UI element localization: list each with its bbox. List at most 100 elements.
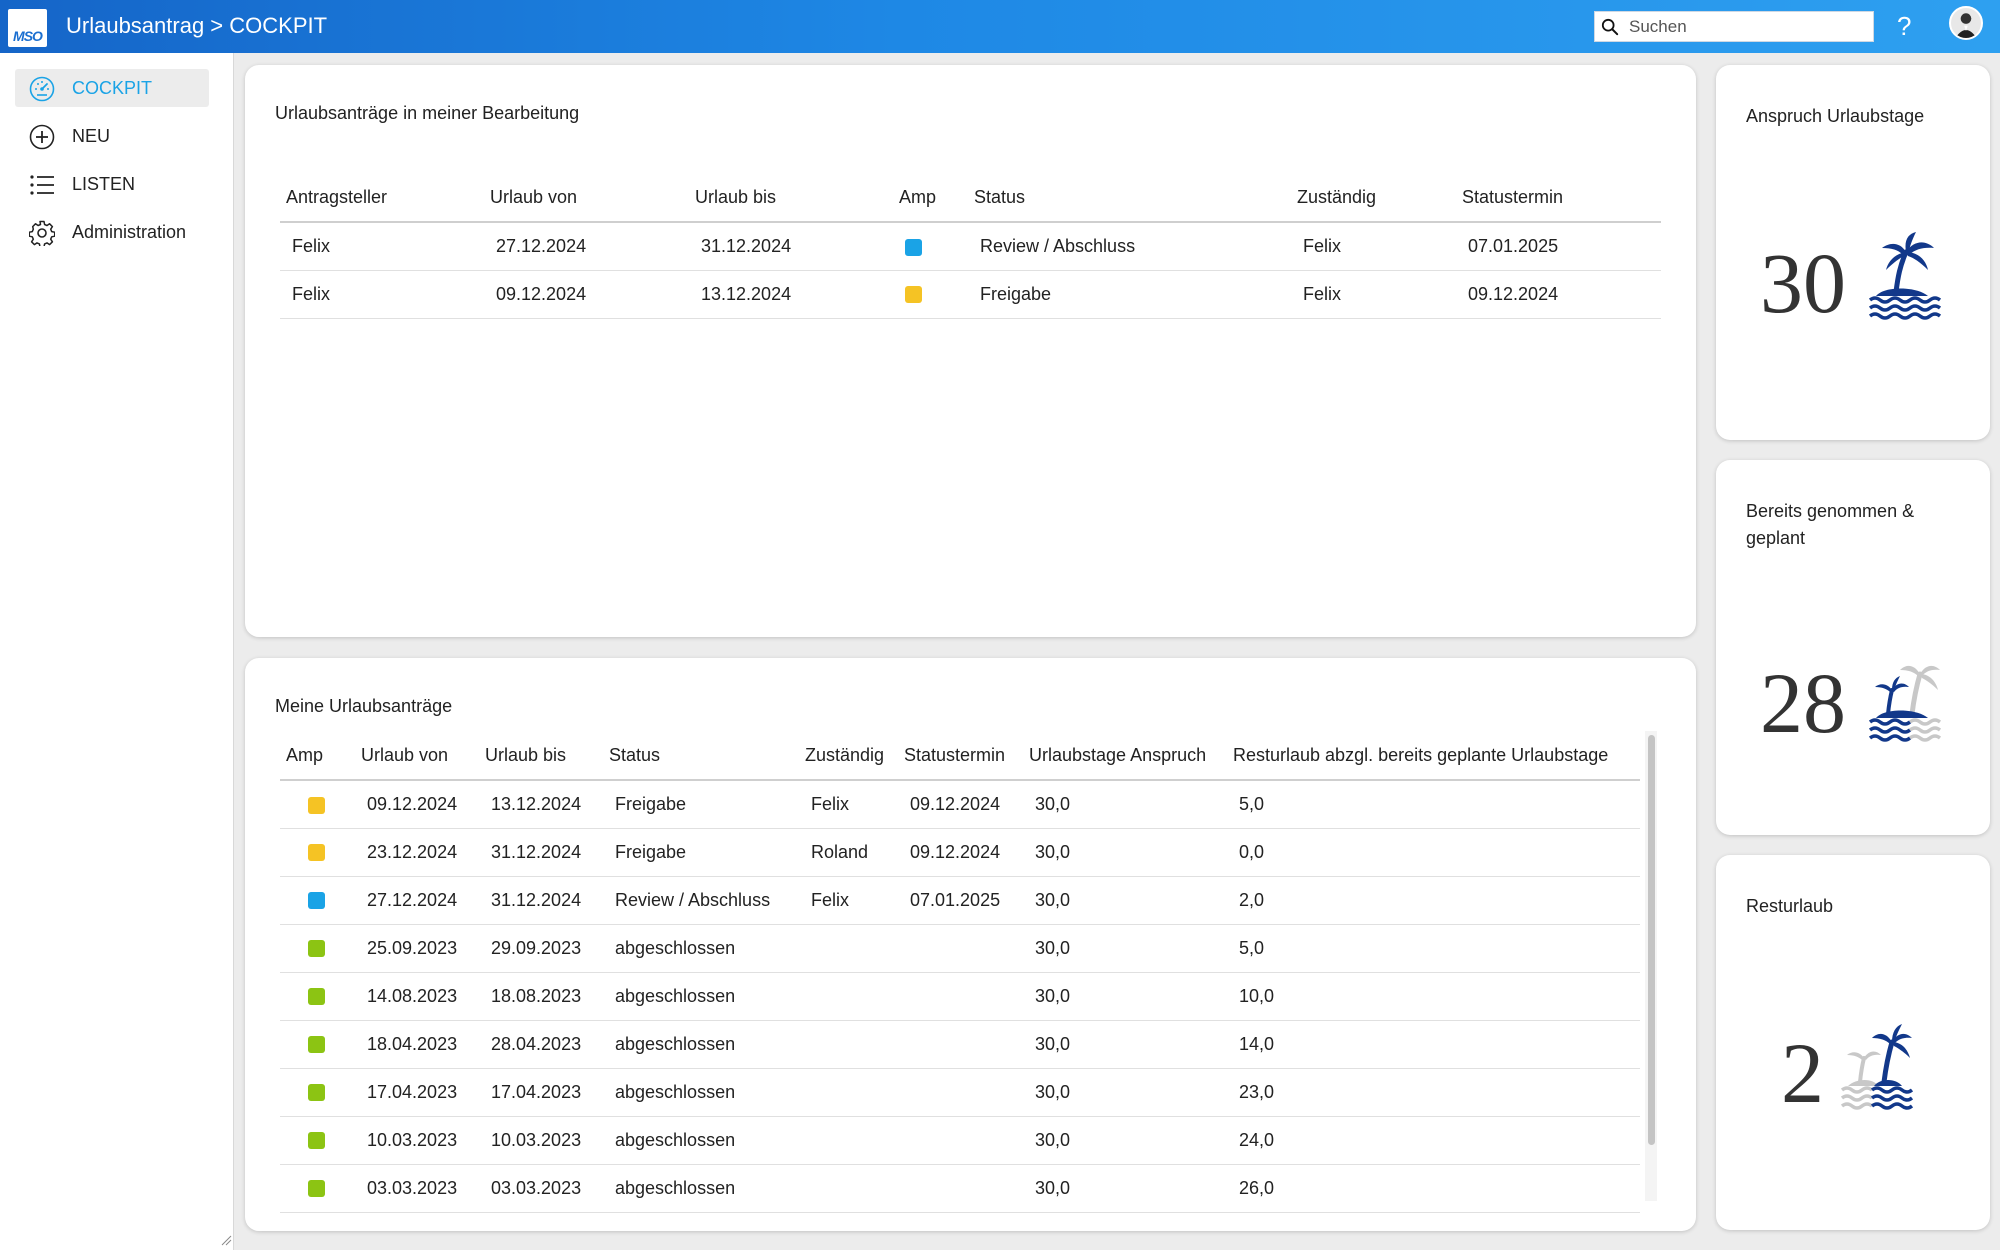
cell-urlaub-von: 09.12.2024 <box>355 780 479 829</box>
table-row[interactable]: 14.08.2023 18.08.2023 abgeschlossen 30,0… <box>280 972 1640 1021</box>
help-icon[interactable]: ? <box>1897 11 1911 42</box>
search-input[interactable] <box>1629 12 1869 41</box>
bearbeitung-table: Antragsteller Urlaub von Urlaub bis Amp … <box>280 173 1661 319</box>
cell-status: abgeschlossen <box>603 924 799 973</box>
amp-indicator <box>905 286 922 304</box>
amp-indicator <box>308 796 325 814</box>
cell-zustaendig <box>799 1068 898 1117</box>
kpi-value: 30 <box>1760 235 1846 331</box>
cell-urlaub-bis: 13.12.2024 <box>689 270 893 319</box>
cell-resturlaub: 10,0 <box>1227 972 1640 1021</box>
cell-zustaendig: Roland <box>799 828 898 877</box>
cell-statustermin <box>898 1020 1023 1069</box>
cell-zustaendig <box>799 1164 898 1213</box>
cell-resturlaub: 14,0 <box>1227 1020 1640 1069</box>
cell-amp <box>280 1020 355 1069</box>
island-icon-mostly <box>1868 665 1942 742</box>
island-icon-full <box>1868 232 1942 320</box>
cell-urlaub-von: 18.04.2023 <box>355 1020 479 1069</box>
sidebar-item-cockpit[interactable]: COCKPIT <box>15 69 209 107</box>
sidebar-item-administration[interactable]: Administration <box>15 213 209 251</box>
cell-urlaub-bis: 29.09.2023 <box>479 924 603 973</box>
cell-statustermin <box>898 972 1023 1021</box>
column-header[interactable]: Zuständig <box>799 731 898 781</box>
cell-zustaendig: Felix <box>799 780 898 829</box>
mso-logo[interactable]: MSO <box>8 9 47 47</box>
cell-urlaub-von: 03.03.2023 <box>355 1164 479 1213</box>
cell-amp <box>893 222 968 271</box>
column-header[interactable]: Urlaub von <box>355 731 479 781</box>
amp-indicator <box>308 1036 325 1054</box>
island-icon-little <box>1840 1024 1914 1110</box>
cell-status: Review / Abschluss <box>603 876 799 925</box>
column-header[interactable]: Urlaub von <box>484 173 689 223</box>
cell-status: abgeschlossen <box>603 1068 799 1117</box>
column-header[interactable]: Antragsteller <box>280 173 484 223</box>
table-row[interactable]: 25.09.2023 29.09.2023 abgeschlossen 30,0… <box>280 924 1640 973</box>
table-row[interactable]: Felix 27.12.2024 31.12.2024 Review / Abs… <box>280 222 1661 271</box>
column-header[interactable]: Statustermin <box>898 731 1023 781</box>
column-header[interactable]: Resturlaub abzgl. bereits geplante Urlau… <box>1227 731 1640 781</box>
meine-table: Amp Urlaub von Urlaub bis Status Zuständ… <box>280 731 1640 1213</box>
dashboard-icon <box>29 76 55 102</box>
table-row[interactable]: 03.03.2023 03.03.2023 abgeschlossen 30,0… <box>280 1164 1640 1213</box>
card-meine-antraege: Meine Urlaubsanträge Amp Urlaub von Urla… <box>245 658 1696 1231</box>
cell-urlaub-von: 14.08.2023 <box>355 972 479 1021</box>
sidebar-item-listen[interactable]: LISTEN <box>15 165 209 203</box>
table-row[interactable]: 18.04.2023 28.04.2023 abgeschlossen 30,0… <box>280 1020 1640 1069</box>
cell-anspruch: 30,0 <box>1023 1164 1227 1213</box>
cell-amp <box>280 924 355 973</box>
cell-statustermin: 07.01.2025 <box>1456 222 1661 271</box>
cell-anspruch: 30,0 <box>1023 972 1227 1021</box>
table-row[interactable]: Felix 09.12.2024 13.12.2024 Freigabe Fel… <box>280 270 1661 319</box>
cell-urlaub-bis: 28.04.2023 <box>479 1020 603 1069</box>
cell-statustermin <box>898 1116 1023 1165</box>
cell-zustaendig <box>799 1020 898 1069</box>
resize-handle-icon[interactable] <box>220 1234 232 1246</box>
cell-statustermin <box>898 1164 1023 1213</box>
logo-text: MSO <box>13 28 43 44</box>
cell-urlaub-von: 09.12.2024 <box>484 270 689 319</box>
cell-zustaendig: Felix <box>1291 270 1456 319</box>
column-header[interactable]: Status <box>968 173 1291 223</box>
kpi-card-anspruch: Anspruch Urlaubstage 30 <box>1716 65 1990 440</box>
column-header[interactable]: Amp <box>893 173 968 223</box>
user-avatar[interactable] <box>1949 6 1983 40</box>
column-header[interactable]: Urlaub bis <box>689 173 893 223</box>
cell-amp <box>280 972 355 1021</box>
sidebar-item-neu[interactable]: NEU <box>15 117 209 155</box>
cell-resturlaub: 5,0 <box>1227 924 1640 973</box>
column-header[interactable]: Zuständig <box>1291 173 1456 223</box>
cell-antragsteller: Felix <box>280 270 484 319</box>
cell-urlaub-von: 10.03.2023 <box>355 1116 479 1165</box>
search-box[interactable] <box>1594 11 1874 42</box>
table-row[interactable]: 09.12.2024 13.12.2024 Freigabe Felix 09.… <box>280 780 1640 829</box>
amp-indicator <box>308 1084 325 1102</box>
meine-table-body: 09.12.2024 13.12.2024 Freigabe Felix 09.… <box>280 780 1640 1213</box>
cell-resturlaub: 0,0 <box>1227 828 1640 877</box>
scrollbar-thumb[interactable] <box>1648 735 1655 1145</box>
cell-urlaub-von: 17.04.2023 <box>355 1068 479 1117</box>
column-header[interactable]: Urlaub bis <box>479 731 603 781</box>
cell-urlaub-bis: 31.12.2024 <box>479 876 603 925</box>
cell-statustermin: 09.12.2024 <box>1456 270 1661 319</box>
table-row[interactable]: 17.04.2023 17.04.2023 abgeschlossen 30,0… <box>280 1068 1640 1117</box>
table-row[interactable]: 27.12.2024 31.12.2024 Review / Abschluss… <box>280 876 1640 925</box>
column-header[interactable]: Amp <box>280 731 355 781</box>
amp-indicator <box>905 238 922 256</box>
column-header[interactable]: Status <box>603 731 799 781</box>
table-row[interactable]: 23.12.2024 31.12.2024 Freigabe Roland 09… <box>280 828 1640 877</box>
cell-status: Review / Abschluss <box>968 222 1291 271</box>
cell-zustaendig: Felix <box>1291 222 1456 271</box>
table-row[interactable]: 10.03.2023 10.03.2023 abgeschlossen 30,0… <box>280 1116 1640 1165</box>
sidebar: COCKPIT NEU LISTEN Administration <box>0 53 234 1250</box>
cell-antragsteller: Felix <box>280 222 484 271</box>
cell-urlaub-von: 27.12.2024 <box>355 876 479 925</box>
kpi-value: 28 <box>1760 655 1846 751</box>
gear-icon <box>29 220 55 246</box>
column-header[interactable]: Statustermin <box>1456 173 1661 223</box>
cell-status: Freigabe <box>968 270 1291 319</box>
cell-anspruch: 30,0 <box>1023 1020 1227 1069</box>
app-header: MSO Urlaubsantrag > COCKPIT ? <box>0 0 2000 53</box>
column-header[interactable]: Urlaubstage Anspruch <box>1023 731 1227 781</box>
